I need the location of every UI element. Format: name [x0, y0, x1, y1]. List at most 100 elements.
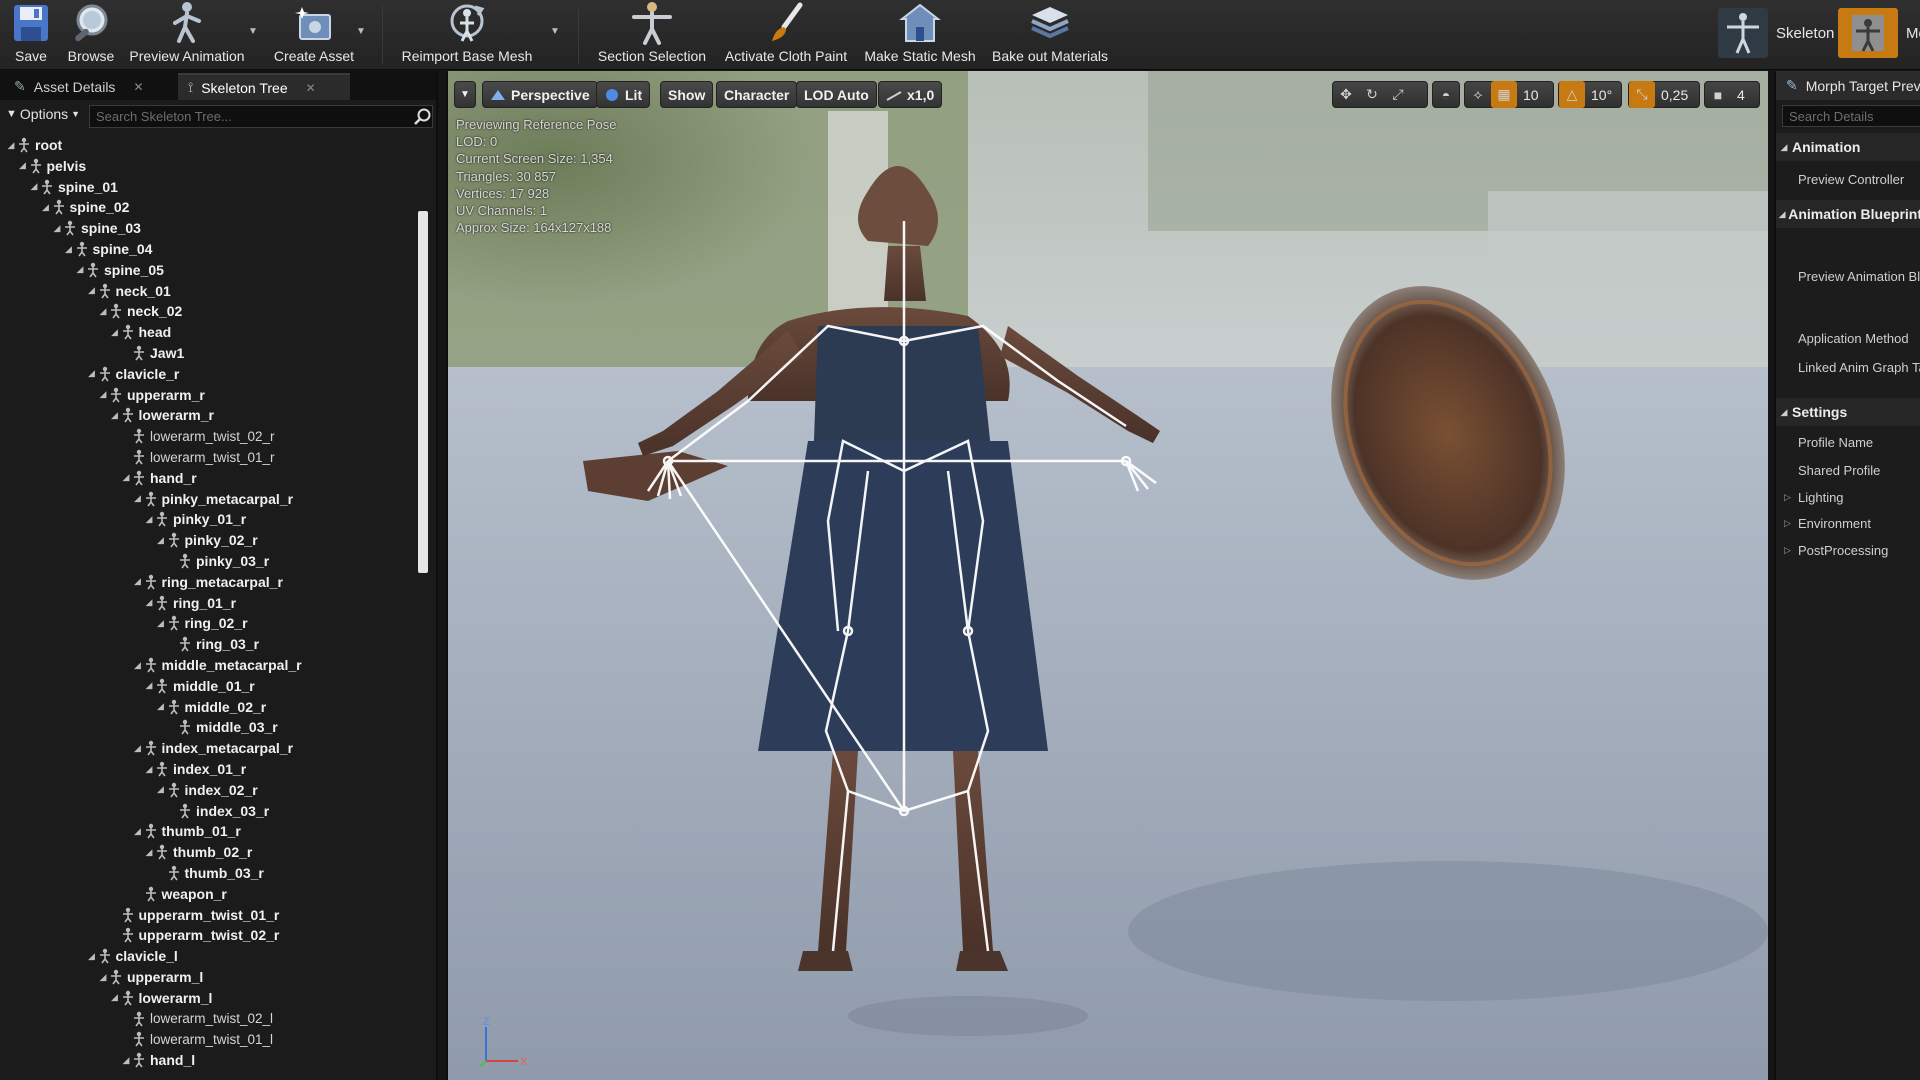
bone-row[interactable]: ◢ root — [6, 135, 63, 155]
angle-icon[interactable]: △ — [1559, 81, 1585, 108]
details-search-input[interactable] — [1782, 105, 1920, 127]
options-button[interactable]: ▼ Options ▼ — [6, 106, 80, 122]
bone-row[interactable]: Jaw1 — [121, 343, 184, 363]
expand-arrow-icon[interactable]: ◢ — [41, 202, 51, 213]
bone-row[interactable]: ◢ clavicle_l — [87, 946, 178, 966]
expand-arrow-icon[interactable]: ◢ — [133, 660, 143, 671]
bone-row[interactable]: ◢ hand_l — [121, 1050, 196, 1070]
rotate-icon[interactable]: ↻ — [1359, 81, 1385, 108]
reimport-dropdown[interactable]: ▼ — [548, 26, 562, 40]
bake-out-materials-button[interactable]: Bake out Materials — [988, 0, 1112, 70]
bone-row[interactable]: index_03_r — [167, 801, 269, 821]
show-button[interactable]: Show — [660, 81, 714, 108]
browse-button[interactable]: Browse — [66, 0, 116, 70]
bone-row[interactable]: ◢ ring_01_r — [144, 593, 237, 613]
tab-morph-target-preview[interactable]: ✎ Morph Target Preview — [1776, 71, 1920, 100]
expand-arrow-icon[interactable]: ◢ — [110, 327, 120, 338]
expand-arrow-icon[interactable]: ◢ — [6, 140, 16, 151]
bone-row[interactable]: ◢ ring_metacarpal_r — [133, 572, 283, 592]
bone-row[interactable]: ◢ upperarm_l — [98, 967, 204, 987]
preview-viewport[interactable]: ▼ Perspective Lit Show Character LOD Aut… — [446, 71, 1768, 1080]
close-icon[interactable]: ✕ — [133, 80, 143, 94]
bone-row[interactable]: thumb_03_r — [156, 863, 264, 883]
bone-row[interactable]: ring_03_r — [167, 634, 259, 654]
settings-category[interactable]: ◢ Settings — [1776, 398, 1920, 426]
world-space-icon[interactable]: ◓ — [1433, 81, 1459, 108]
bone-row[interactable]: ◢ pinky_01_r — [144, 509, 247, 529]
search-icon[interactable] — [414, 108, 432, 126]
post-processing-group[interactable]: ▷ PostProcessing — [1784, 543, 1888, 558]
section-selection-button[interactable]: Section Selection — [594, 0, 710, 70]
bone-row[interactable]: ◢ neck_02 — [98, 301, 183, 321]
create-asset-button[interactable]: Create Asset — [272, 0, 356, 70]
bone-row[interactable]: middle_03_r — [167, 717, 278, 737]
bone-row[interactable]: ◢ spine_05 — [75, 260, 164, 280]
bone-row[interactable]: ◢ pinky_02_r — [156, 530, 258, 550]
rotation-snap-value[interactable]: 10° — [1585, 87, 1618, 103]
expand-arrow-icon[interactable]: ◢ — [144, 514, 154, 525]
bone-row[interactable]: ◢ index_02_r — [156, 780, 258, 800]
bone-row[interactable]: ◢ lowerarm_l — [110, 988, 212, 1008]
bone-row[interactable]: ◢ neck_01 — [87, 281, 171, 301]
save-button[interactable]: Save — [8, 0, 54, 70]
bone-row[interactable]: ◢ spine_01 — [29, 177, 118, 197]
viewport-options-button[interactable]: ▼ — [454, 81, 476, 108]
expand-arrow-icon[interactable]: ◢ — [52, 223, 62, 234]
surface-snap-icon[interactable]: ⟡ — [1465, 81, 1491, 108]
bone-row[interactable]: ◢ lowerarm_r — [110, 405, 214, 425]
skeleton-tree-search-input[interactable] — [89, 105, 433, 128]
bone-row[interactable]: ◢ thumb_02_r — [144, 842, 253, 862]
bone-row[interactable]: upperarm_twist_01_r — [110, 905, 279, 925]
expand-arrow-icon[interactable]: ◢ — [133, 576, 143, 587]
translate-icon[interactable]: ✥ — [1333, 81, 1359, 108]
make-static-mesh-button[interactable]: Make Static Mesh — [864, 0, 976, 70]
animation-category[interactable]: ◢ Animation — [1776, 133, 1920, 161]
expand-arrow-icon[interactable]: ◢ — [64, 244, 74, 255]
expand-arrow-icon[interactable]: ◢ — [98, 389, 108, 400]
create-asset-dropdown[interactable]: ▼ — [354, 26, 368, 40]
expand-arrow-icon[interactable]: ◢ — [87, 951, 97, 962]
character-button[interactable]: Character — [716, 81, 798, 108]
expand-arrow-icon[interactable]: ◢ — [133, 826, 143, 837]
lighting-group[interactable]: ▷ Lighting — [1784, 490, 1844, 505]
bone-row[interactable]: ◢ spine_03 — [52, 218, 141, 238]
expand-arrow-icon[interactable]: ◢ — [75, 264, 85, 275]
grid-icon[interactable]: ▦ — [1491, 81, 1517, 108]
mesh-mode-button[interactable]: Mesh — [1838, 6, 1920, 60]
scale-snap-icon[interactable]: ⤡ — [1629, 81, 1655, 108]
bone-row[interactable]: ◢ middle_metacarpal_r — [133, 655, 302, 675]
tree-scrollbar[interactable] — [418, 211, 428, 573]
bone-row[interactable]: ◢ index_metacarpal_r — [133, 738, 293, 758]
expand-arrow-icon[interactable]: ◢ — [98, 306, 108, 317]
expand-arrow-icon[interactable]: ◢ — [144, 680, 154, 691]
scale-icon[interactable]: ⤢ — [1385, 81, 1411, 108]
lod-button[interactable]: LOD Auto — [796, 81, 877, 108]
preview-animation-dropdown[interactable]: ▼ — [246, 26, 260, 40]
bone-row[interactable]: pinky_03_r — [167, 551, 269, 571]
perspective-button[interactable]: Perspective — [482, 81, 598, 108]
expand-arrow-icon[interactable]: ◢ — [29, 181, 39, 192]
expand-arrow-icon[interactable]: ◢ — [121, 472, 131, 483]
bone-row[interactable]: ◢ head — [110, 322, 171, 342]
bone-row[interactable]: ◢ spine_02 — [41, 197, 129, 217]
expand-arrow-icon[interactable]: ◢ — [121, 1055, 131, 1066]
bone-row[interactable]: ◢ upperarm_r — [98, 385, 205, 405]
skeleton-mode-button[interactable]: Skeleton — [1718, 6, 1834, 60]
tab-asset-details[interactable]: ✎ Asset Details ✕ — [4, 73, 176, 100]
expand-arrow-icon[interactable]: ◢ — [98, 972, 108, 983]
expand-arrow-icon[interactable]: ◢ — [156, 701, 166, 712]
environment-group[interactable]: ▷ Environment — [1784, 516, 1871, 531]
expand-arrow-icon[interactable]: ◢ — [87, 368, 97, 379]
activate-cloth-paint-button[interactable]: Activate Cloth Paint — [720, 0, 852, 70]
expand-arrow-icon[interactable]: ◢ — [156, 618, 166, 629]
grid-snap-value[interactable]: 10 — [1517, 87, 1545, 103]
bone-row[interactable]: ◢ thumb_01_r — [133, 821, 241, 841]
lit-button[interactable]: Lit — [596, 81, 651, 108]
bone-row[interactable]: lowerarm_twist_01_l — [121, 1029, 273, 1049]
bone-row[interactable]: ◢ ring_02_r — [156, 613, 248, 633]
bone-row[interactable]: ◢ middle_01_r — [144, 676, 255, 696]
bone-row[interactable]: ◢ index_01_r — [144, 759, 247, 779]
bone-row[interactable]: ◢ middle_02_r — [156, 697, 266, 717]
expand-arrow-icon[interactable]: ◢ — [156, 784, 166, 795]
bone-row[interactable]: lowerarm_twist_02_r — [121, 426, 275, 446]
